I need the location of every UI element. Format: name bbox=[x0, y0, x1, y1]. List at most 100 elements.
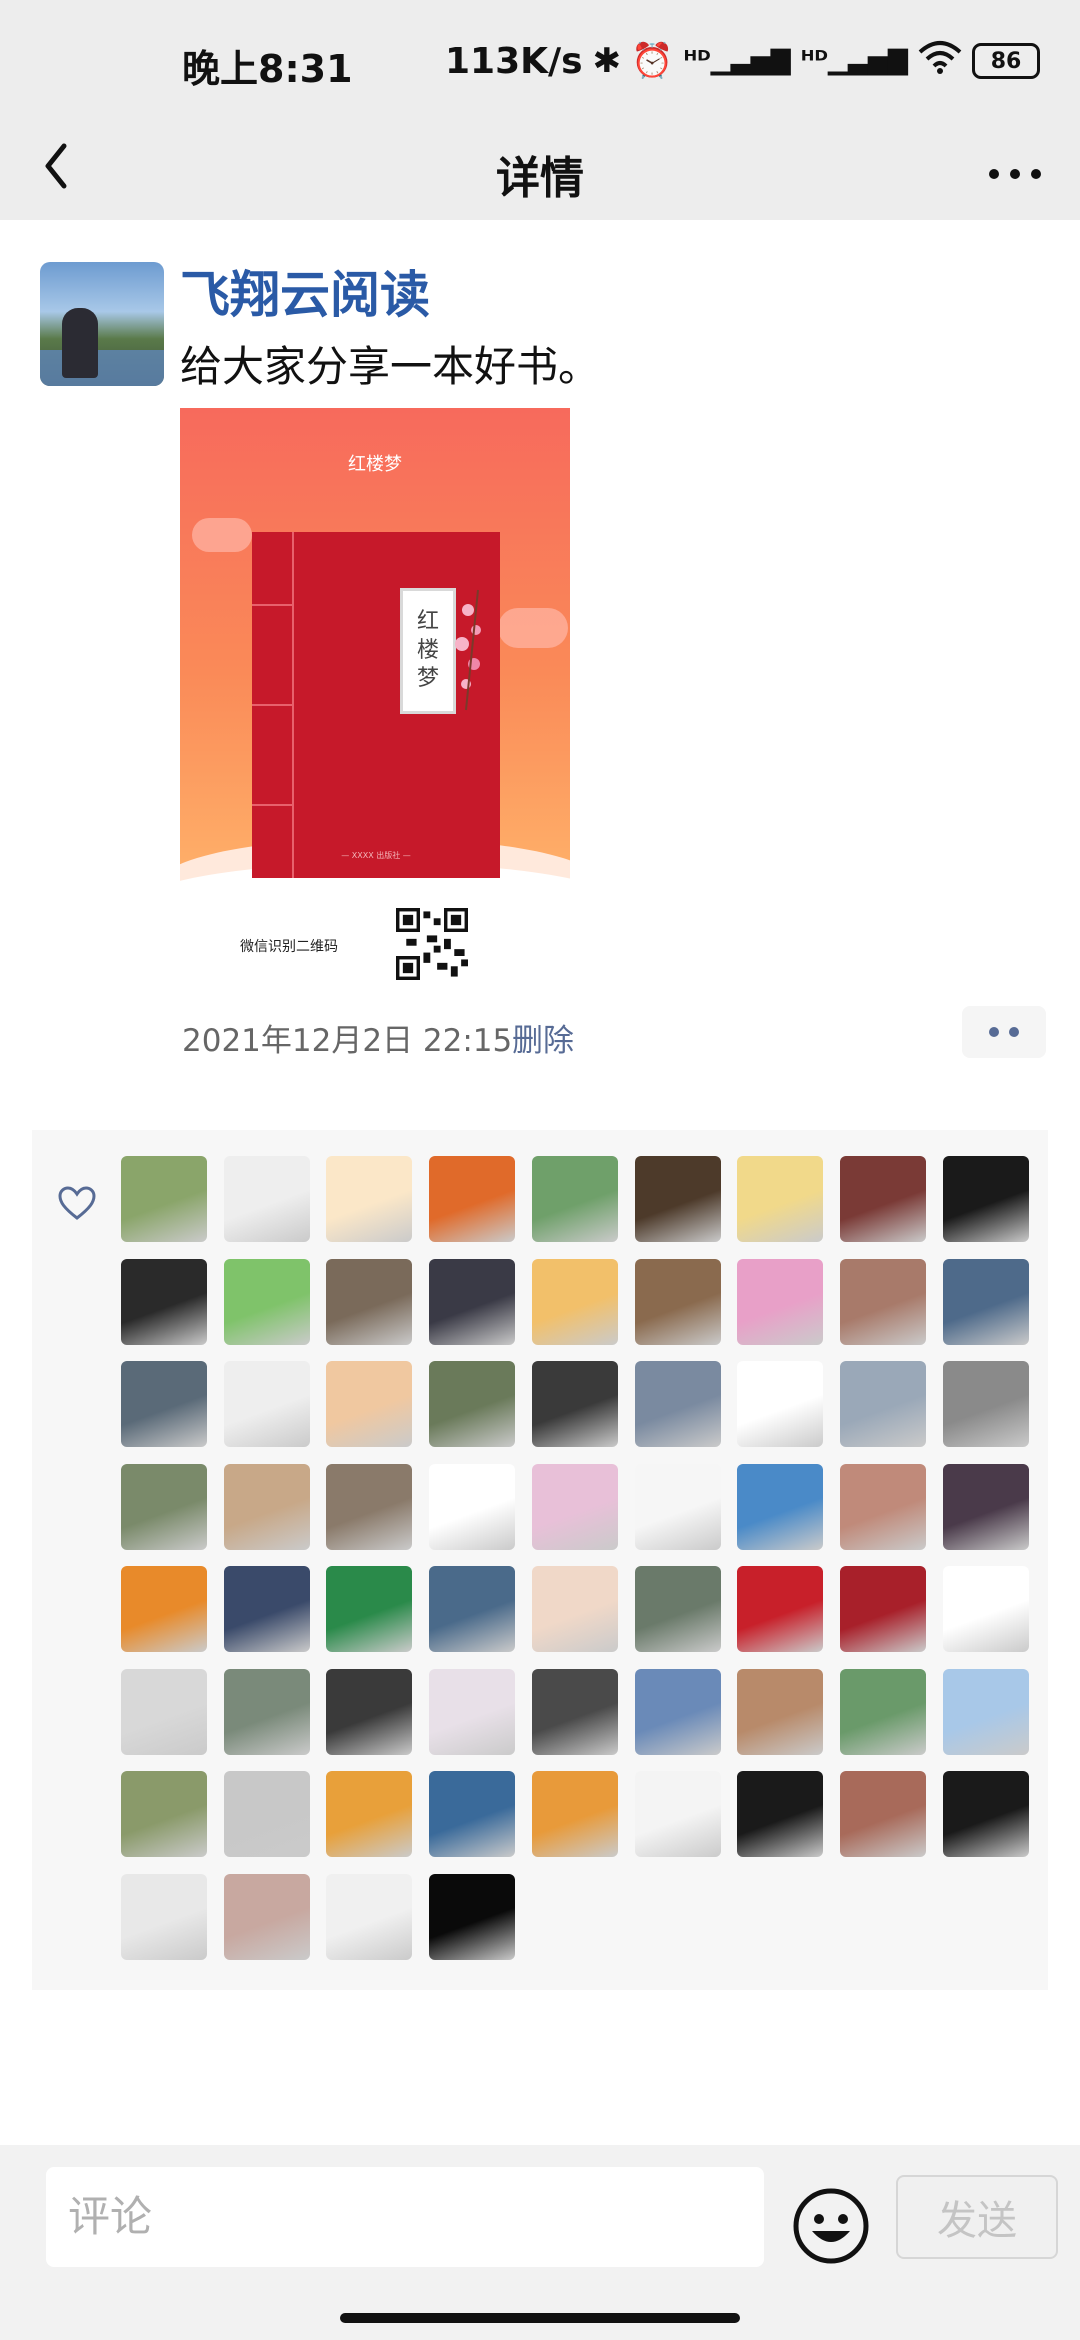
liker-avatar[interactable] bbox=[737, 1156, 823, 1242]
liker-avatar[interactable] bbox=[224, 1669, 310, 1755]
liker-avatar[interactable] bbox=[326, 1156, 412, 1242]
liker-avatar[interactable] bbox=[943, 1464, 1029, 1550]
status-icons: 113K/s ✱ ⏰ ᴴᴰ▁▃▅▇ ᴴᴰ▁▃▅▇ 86 bbox=[445, 36, 1040, 86]
liker-avatar[interactable] bbox=[635, 1464, 721, 1550]
liker-avatar[interactable] bbox=[429, 1874, 515, 1960]
liker-avatar[interactable] bbox=[121, 1259, 207, 1345]
liker-avatar[interactable] bbox=[532, 1669, 618, 1755]
alarm-icon: ⏰ bbox=[631, 41, 674, 81]
liker-avatar[interactable] bbox=[635, 1156, 721, 1242]
heart-icon bbox=[58, 1186, 96, 1220]
net-speed: 113K/s bbox=[444, 40, 583, 82]
liker-avatar[interactable] bbox=[737, 1259, 823, 1345]
liker-avatar[interactable] bbox=[224, 1361, 310, 1447]
liker-avatar[interactable] bbox=[326, 1669, 412, 1755]
liker-avatar[interactable] bbox=[121, 1874, 207, 1960]
liker-avatar[interactable] bbox=[737, 1669, 823, 1755]
liker-avatar[interactable] bbox=[532, 1771, 618, 1857]
liker-avatar[interactable] bbox=[532, 1361, 618, 1447]
liker-avatar[interactable] bbox=[429, 1771, 515, 1857]
bluetooth-icon: ✱ bbox=[592, 41, 622, 81]
liker-avatar[interactable] bbox=[326, 1771, 412, 1857]
liker-avatar[interactable] bbox=[429, 1464, 515, 1550]
status-time: 晚上8:31 bbox=[182, 47, 353, 91]
comment-input[interactable]: 评论 bbox=[46, 2167, 764, 2267]
liker-avatar[interactable] bbox=[326, 1259, 412, 1345]
status-bar: 晚上8:31 113K/s ✱ ⏰ ᴴᴰ▁▃▅▇ ᴴᴰ▁▃▅▇ 86 bbox=[0, 0, 1080, 120]
liker-avatar[interactable] bbox=[532, 1156, 618, 1242]
liker-avatar[interactable] bbox=[737, 1361, 823, 1447]
liker-avatar[interactable] bbox=[840, 1259, 926, 1345]
page-title: 详情 bbox=[496, 153, 584, 204]
post-image[interactable]: 红楼梦 红 楼 梦 — XXXX 出版社 — 微信识别二维码 bbox=[180, 408, 570, 988]
more-icon[interactable] bbox=[980, 140, 1050, 200]
liker-avatar[interactable] bbox=[121, 1669, 207, 1755]
wifi-icon bbox=[918, 40, 962, 83]
emoji-icon[interactable] bbox=[792, 2187, 870, 2265]
liker-avatar[interactable] bbox=[737, 1566, 823, 1652]
comment-action-button[interactable] bbox=[962, 1006, 1046, 1058]
liker-avatar[interactable] bbox=[121, 1566, 207, 1652]
liker-avatar[interactable] bbox=[635, 1771, 721, 1857]
liker-avatar[interactable] bbox=[635, 1361, 721, 1447]
liker-avatar[interactable] bbox=[224, 1156, 310, 1242]
liker-avatar[interactable] bbox=[840, 1669, 926, 1755]
liker-avatar[interactable] bbox=[224, 1566, 310, 1652]
battery-icon: 86 bbox=[972, 43, 1040, 79]
home-indicator[interactable] bbox=[340, 2313, 740, 2323]
liker-avatar[interactable] bbox=[943, 1669, 1029, 1755]
liker-avatar[interactable] bbox=[121, 1771, 207, 1857]
liker-avatar[interactable] bbox=[429, 1259, 515, 1345]
liker-avatar[interactable] bbox=[224, 1259, 310, 1345]
comment-bar: 评论 发送 bbox=[0, 2145, 1080, 2340]
liker-avatar[interactable] bbox=[429, 1361, 515, 1447]
liker-avatar[interactable] bbox=[429, 1566, 515, 1652]
author-name[interactable]: 飞翔云阅读 bbox=[180, 255, 430, 327]
liker-avatar[interactable] bbox=[840, 1566, 926, 1652]
liker-avatar[interactable] bbox=[326, 1464, 412, 1550]
liker-avatar[interactable] bbox=[121, 1156, 207, 1242]
likes-section bbox=[32, 1130, 1048, 1990]
qr-caption: 微信识别二维码 bbox=[240, 939, 338, 955]
liker-avatar[interactable] bbox=[532, 1566, 618, 1652]
liker-avatar[interactable] bbox=[943, 1361, 1029, 1447]
liker-avatar[interactable] bbox=[326, 1361, 412, 1447]
liker-avatar[interactable] bbox=[532, 1464, 618, 1550]
liker-avatar[interactable] bbox=[943, 1566, 1029, 1652]
liker-avatar[interactable] bbox=[943, 1156, 1029, 1242]
signal-hd-icon: ᴴᴰ▁▃▅▇ bbox=[800, 46, 908, 76]
book-cover: 红 楼 梦 — XXXX 出版社 — bbox=[252, 532, 500, 878]
liker-avatar[interactable] bbox=[635, 1259, 721, 1345]
liker-avatar[interactable] bbox=[121, 1464, 207, 1550]
nav-header: 详情 bbox=[0, 120, 1080, 220]
blossom-icon bbox=[455, 589, 481, 711]
liker-avatar[interactable] bbox=[326, 1566, 412, 1652]
liker-avatar[interactable] bbox=[943, 1259, 1029, 1345]
book-footnote: — XXXX 出版社 — bbox=[341, 851, 411, 860]
liker-avatar[interactable] bbox=[840, 1771, 926, 1857]
liker-avatar[interactable] bbox=[840, 1361, 926, 1447]
liker-avatar[interactable] bbox=[943, 1771, 1029, 1857]
liker-avatar[interactable] bbox=[737, 1771, 823, 1857]
delete-link[interactable]: 删除 bbox=[512, 1015, 574, 1060]
send-button[interactable]: 发送 bbox=[896, 2175, 1058, 2259]
liker-avatar[interactable] bbox=[121, 1361, 207, 1447]
liker-avatar[interactable] bbox=[635, 1669, 721, 1755]
liker-avatar[interactable] bbox=[224, 1874, 310, 1960]
liker-avatar[interactable] bbox=[429, 1156, 515, 1242]
liker-avatar[interactable] bbox=[224, 1771, 310, 1857]
liker-avatar[interactable] bbox=[429, 1669, 515, 1755]
post-timestamp: 2021年12月2日 22:15 bbox=[182, 1023, 513, 1059]
liker-avatar[interactable] bbox=[840, 1464, 926, 1550]
liker-avatar[interactable] bbox=[326, 1874, 412, 1960]
post-text: 给大家分享一本好书。 bbox=[180, 342, 601, 391]
liker-avatar[interactable] bbox=[737, 1464, 823, 1550]
qr-code-icon bbox=[396, 908, 468, 980]
poster-title: 红楼梦 bbox=[348, 454, 402, 475]
author-avatar[interactable] bbox=[40, 262, 164, 386]
liker-avatar[interactable] bbox=[635, 1566, 721, 1652]
liker-avatar[interactable] bbox=[840, 1156, 926, 1242]
liker-avatar[interactable] bbox=[224, 1464, 310, 1550]
signal-hd-icon: ᴴᴰ▁▃▅▇ bbox=[683, 46, 791, 76]
liker-avatar[interactable] bbox=[532, 1259, 618, 1345]
